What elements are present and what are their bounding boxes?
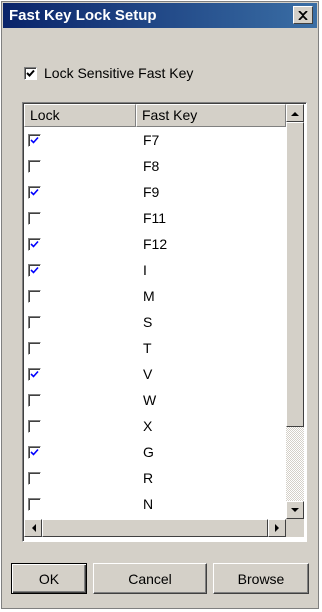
fast-key-cell: V <box>143 366 153 382</box>
table-row[interactable]: F12 <box>24 231 286 257</box>
vertical-scroll-thumb[interactable] <box>286 122 304 427</box>
check-icon <box>30 240 39 248</box>
scroll-down-button[interactable] <box>286 501 304 519</box>
title-bar[interactable]: Fast Key Lock Setup <box>3 3 317 28</box>
lock-checkbox[interactable] <box>28 393 41 407</box>
table-row[interactable]: R <box>24 465 286 491</box>
check-icon <box>30 266 39 274</box>
lock-checkbox[interactable] <box>28 211 41 225</box>
lock-checkbox[interactable] <box>28 367 41 381</box>
scroll-left-icon <box>31 524 36 532</box>
table-row[interactable]: I <box>24 257 286 283</box>
table-row[interactable]: T <box>24 335 286 361</box>
check-icon <box>26 69 35 77</box>
fast-key-list[interactable]: Lock Fast Key F7 F8 F9 F11 F12 I M S T V W X G R N <box>22 102 307 542</box>
scroll-down-icon <box>291 507 299 512</box>
table-row[interactable]: M <box>24 283 286 309</box>
window-title: Fast Key Lock Setup <box>9 7 157 24</box>
lock-checkbox[interactable] <box>28 289 41 303</box>
fast-key-cell: F8 <box>143 158 160 174</box>
vertical-scrollbar[interactable] <box>286 104 304 519</box>
cancel-button[interactable]: Cancel <box>93 563 207 594</box>
fast-key-cell: F9 <box>143 184 160 200</box>
check-icon <box>30 188 39 196</box>
fast-key-cell: R <box>143 470 154 486</box>
list-rows: F7 F8 F9 F11 F12 I M S T V W X G R N <box>24 127 286 519</box>
lock-sensitive-row[interactable]: Lock Sensitive Fast Key <box>24 65 193 81</box>
lock-checkbox[interactable] <box>28 341 41 355</box>
column-header-fast-key[interactable]: Fast Key <box>136 104 286 127</box>
fast-key-cell: M <box>143 288 155 304</box>
table-row[interactable]: F8 <box>24 153 286 179</box>
scroll-left-button[interactable] <box>24 519 42 537</box>
lock-checkbox[interactable] <box>28 497 41 511</box>
fast-key-cell: S <box>143 314 153 330</box>
lock-sensitive-checkbox[interactable] <box>24 66 37 80</box>
fast-key-cell: N <box>143 496 154 512</box>
close-button[interactable] <box>293 6 313 24</box>
horizontal-scrollbar[interactable] <box>24 519 286 537</box>
fast-key-cell: I <box>143 262 147 278</box>
scroll-up-button[interactable] <box>286 104 304 122</box>
fast-key-cell: F7 <box>143 132 160 148</box>
fast-key-cell: F11 <box>143 210 167 226</box>
lock-checkbox[interactable] <box>28 263 41 277</box>
table-row[interactable]: S <box>24 309 286 335</box>
scroll-right-button[interactable] <box>268 519 286 537</box>
column-header-lock[interactable]: Lock <box>24 104 136 127</box>
lock-checkbox[interactable] <box>28 159 41 173</box>
lock-checkbox[interactable] <box>28 185 41 199</box>
horizontal-scroll-thumb[interactable] <box>42 519 268 537</box>
fast-key-cell: F12 <box>143 236 168 252</box>
scroll-up-icon <box>291 111 299 116</box>
lock-checkbox[interactable] <box>28 419 41 433</box>
lock-checkbox[interactable] <box>28 237 41 251</box>
fast-key-cell: X <box>143 418 153 434</box>
lock-checkbox[interactable] <box>28 315 41 329</box>
lock-checkbox[interactable] <box>28 133 41 147</box>
check-icon <box>30 370 39 378</box>
ok-button[interactable]: OK <box>11 563 87 594</box>
lock-checkbox[interactable] <box>28 445 41 459</box>
fast-key-cell: T <box>143 340 152 356</box>
browse-button[interactable]: Browse <box>213 563 309 594</box>
table-row[interactable]: X <box>24 413 286 439</box>
scroll-right-icon <box>274 524 279 532</box>
table-row[interactable]: F11 <box>24 205 286 231</box>
vertical-scroll-track[interactable] <box>286 427 304 501</box>
table-row[interactable]: G <box>24 439 286 465</box>
check-icon <box>30 136 39 144</box>
lock-checkbox[interactable] <box>28 471 41 485</box>
close-icon <box>298 10 308 20</box>
table-row[interactable]: W <box>24 387 286 413</box>
table-row[interactable]: V <box>24 361 286 387</box>
list-header: Lock Fast Key <box>24 104 286 127</box>
scrollbar-corner <box>286 519 304 537</box>
fast-key-cell: G <box>143 444 154 460</box>
table-row[interactable]: F7 <box>24 127 286 153</box>
lock-sensitive-label: Lock Sensitive Fast Key <box>44 65 194 81</box>
table-row[interactable]: F9 <box>24 179 286 205</box>
fast-key-cell: W <box>143 392 157 408</box>
table-row[interactable]: N <box>24 491 286 517</box>
check-icon <box>30 448 39 456</box>
